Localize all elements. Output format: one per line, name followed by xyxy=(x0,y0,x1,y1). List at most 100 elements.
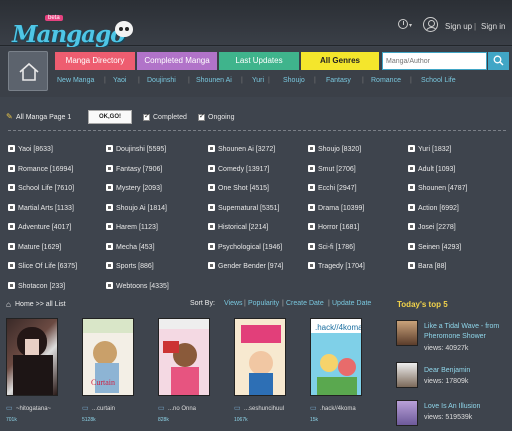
genre-link[interactable]: Shoujo Ai [1814] xyxy=(106,204,167,212)
genre-bullet-icon xyxy=(106,262,113,269)
genre-link[interactable]: School Life [7610] xyxy=(8,184,74,192)
genre-link[interactable]: Sci-fi [1786] xyxy=(308,243,355,251)
manga-views: 5128k xyxy=(82,417,96,423)
sort-popularity[interactable]: Popularity xyxy=(248,300,279,307)
genre-bullet-icon xyxy=(8,184,15,191)
manga-cover[interactable]: .hack//4koma xyxy=(310,318,362,396)
genre-label: Historical [2214] xyxy=(218,224,269,231)
genre-link[interactable]: Shotacon [233] xyxy=(8,282,65,290)
genre-link[interactable]: Shounen Ai [3272] xyxy=(208,145,275,153)
genre-label: Mystery [2093] xyxy=(116,185,162,192)
genre-link[interactable]: Fantasy [7906] xyxy=(106,165,162,173)
manga-cover[interactable] xyxy=(6,318,58,396)
genre-link[interactable]: Martial Arts [1133] xyxy=(8,204,74,212)
manga-title[interactable]: .hack//4koma xyxy=(320,406,356,412)
genre-link[interactable]: Adventure [4017] xyxy=(8,223,71,231)
top5-thumbnail[interactable] xyxy=(396,320,418,346)
genre-bullet-icon xyxy=(208,262,215,269)
genre-label: Shoujo Ai [1814] xyxy=(116,205,167,212)
genre-link[interactable]: Adult [1093] xyxy=(408,165,455,173)
genre-label: Shoujo [8320] xyxy=(318,146,362,153)
manga-title[interactable]: ...seshuncihuul xyxy=(244,406,284,412)
genre-link[interactable]: Doujinshi [5595] xyxy=(106,145,166,153)
genre-bullet-icon xyxy=(408,184,415,191)
sort-update-date[interactable]: Update Date xyxy=(332,300,371,307)
genre-bullet-icon xyxy=(408,204,415,211)
genre-label: Martial Arts [1133] xyxy=(18,205,74,212)
genre-link[interactable]: Josei [2278] xyxy=(408,223,456,231)
manga-cover[interactable]: Curtain xyxy=(82,318,134,396)
genre-bullet-icon xyxy=(408,262,415,269)
genre-link[interactable]: Smut [2706] xyxy=(308,165,356,173)
genre-link[interactable]: Yaoi [8633] xyxy=(8,145,53,153)
home-icon[interactable]: ⌂ xyxy=(6,300,11,309)
genre-link[interactable]: Yuri [1832] xyxy=(408,145,451,153)
genre-bullet-icon xyxy=(408,145,415,152)
manga-cover[interactable] xyxy=(158,318,210,396)
genre-label: Harem [1123] xyxy=(116,224,158,231)
top5-title-link[interactable]: Love Is An Illusion xyxy=(424,402,512,412)
genre-link[interactable]: Slice Of Life [6375] xyxy=(8,262,77,270)
manga-title[interactable]: ...no Onna xyxy=(168,406,196,412)
genre-link[interactable]: One Shot [4515] xyxy=(208,184,269,192)
genre-label: Shounen [4787] xyxy=(418,185,468,192)
genre-label: Adult [1093] xyxy=(418,166,456,173)
genre-bullet-icon xyxy=(408,165,415,172)
genre-link[interactable]: Ecchi [2947] xyxy=(308,184,357,192)
genre-label: Yaoi [8633] xyxy=(18,146,53,153)
genre-bullet-icon xyxy=(208,184,215,191)
genre-label: Supernatural [5351] xyxy=(218,205,280,212)
genre-link[interactable]: Drama [10399] xyxy=(308,204,364,212)
breadcrumb[interactable]: Home >> all List xyxy=(15,301,66,308)
genre-link[interactable]: Mature [1629] xyxy=(8,243,61,251)
sort-views[interactable]: Views xyxy=(224,300,243,307)
manga-title[interactable]: ...curtain xyxy=(92,406,115,412)
genre-link[interactable]: Romance [16994] xyxy=(8,165,73,173)
genre-label: Webtoons [4335] xyxy=(116,283,169,290)
top5-title-link[interactable]: Dear Benjamin xyxy=(424,366,512,376)
book-icon: ▭ xyxy=(82,405,89,412)
genre-link[interactable]: Shoujo [8320] xyxy=(308,145,361,153)
genre-label: Ecchi [2947] xyxy=(318,185,357,192)
manga-title[interactable]: ~hitogatana~ xyxy=(16,406,51,412)
cover-art xyxy=(13,327,53,395)
genre-bullet-icon xyxy=(308,145,315,152)
genre-link[interactable]: Shounen [4787] xyxy=(408,184,467,192)
genre-bullet-icon xyxy=(8,165,15,172)
sort-separator: | xyxy=(244,300,246,307)
genre-link[interactable]: Sports [886] xyxy=(106,262,154,270)
manga-views: 15k xyxy=(310,417,319,423)
top5-views: views: 17809k xyxy=(424,378,469,385)
top5-title-link[interactable]: Like a Tidal Wave - from Pheromone Showe… xyxy=(424,322,512,342)
genre-label: Drama [10399] xyxy=(318,205,365,212)
genre-bullet-icon xyxy=(8,223,15,230)
genre-bullet-icon xyxy=(8,243,15,250)
genre-bullet-icon xyxy=(8,282,15,289)
sort-separator: | xyxy=(328,300,330,307)
genre-link[interactable]: Supernatural [5351] xyxy=(208,204,280,212)
genre-link[interactable]: Gender Bender [974] xyxy=(208,262,283,270)
genre-link[interactable]: Webtoons [4335] xyxy=(106,282,169,290)
top5-thumbnail[interactable] xyxy=(396,362,418,388)
top5-thumbnail[interactable] xyxy=(396,400,418,426)
genre-link[interactable]: Tragedy [1704] xyxy=(308,262,365,270)
genre-link[interactable]: Mecha [453] xyxy=(106,243,155,251)
genre-link[interactable]: Horror [1681] xyxy=(308,223,359,231)
top5-title: Today's top 5 xyxy=(397,300,448,309)
manga-views: 1067k xyxy=(234,417,248,423)
genre-label: Romance [16994] xyxy=(18,166,74,173)
genre-link[interactable]: Seinen [4293] xyxy=(408,243,461,251)
genre-link[interactable]: Action [6992] xyxy=(408,204,459,212)
genre-link[interactable]: Harem [1123] xyxy=(106,223,158,231)
genre-bullet-icon xyxy=(308,223,315,230)
svg-text:.hack//4koma: .hack//4koma xyxy=(315,323,362,332)
sort-create-date[interactable]: Create Date xyxy=(286,300,324,307)
manga-cover[interactable] xyxy=(234,318,286,396)
genre-link[interactable]: Comedy [13917] xyxy=(208,165,269,173)
genre-link[interactable]: Historical [2214] xyxy=(208,223,268,231)
genre-label: Horror [1681] xyxy=(318,224,360,231)
genre-label: Seinen [4293] xyxy=(418,244,462,251)
genre-link[interactable]: Psychological [1946] xyxy=(208,243,282,251)
genre-link[interactable]: Mystery [2093] xyxy=(106,184,162,192)
genre-link[interactable]: Bara [88] xyxy=(408,262,446,270)
